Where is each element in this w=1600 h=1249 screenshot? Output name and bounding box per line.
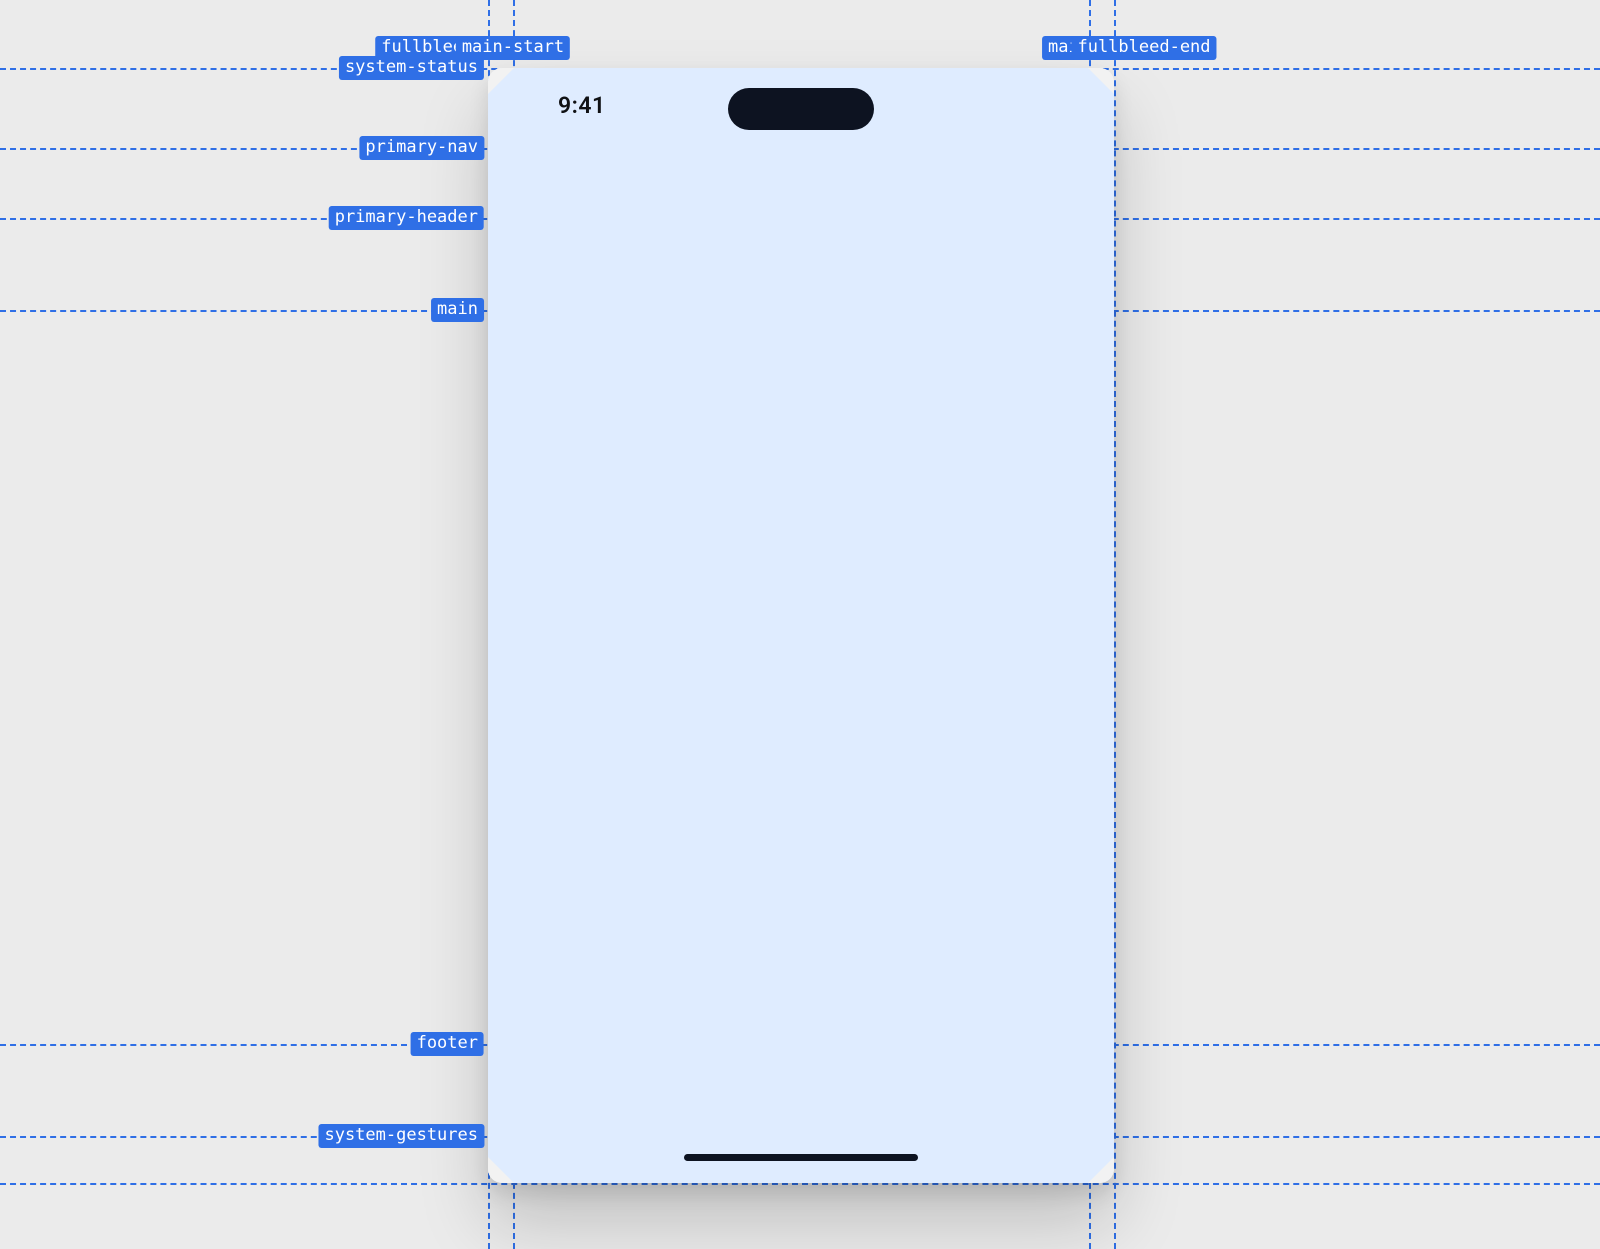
status-time: 9:41 bbox=[558, 92, 606, 119]
dynamic-island bbox=[728, 88, 874, 130]
guide-fullbleed-end bbox=[1114, 0, 1116, 1249]
device-frame: 9:41 bbox=[488, 68, 1114, 1183]
label-main: main bbox=[431, 298, 484, 322]
home-indicator[interactable] bbox=[684, 1154, 918, 1161]
device-corner bbox=[488, 68, 514, 94]
device-corner bbox=[488, 1157, 514, 1183]
guide-device-bottom bbox=[0, 1183, 1600, 1185]
device-corner bbox=[1088, 1157, 1114, 1183]
label-primary-nav: primary-nav bbox=[359, 136, 484, 160]
label-fullbleed-end: fullbleed-end bbox=[1071, 36, 1216, 60]
label-system-gestures: system-gestures bbox=[318, 1124, 484, 1148]
device-corner bbox=[1088, 68, 1114, 94]
label-primary-header: primary-header bbox=[329, 206, 484, 230]
label-system-status: system-status bbox=[339, 56, 484, 80]
label-footer: footer bbox=[411, 1032, 484, 1056]
